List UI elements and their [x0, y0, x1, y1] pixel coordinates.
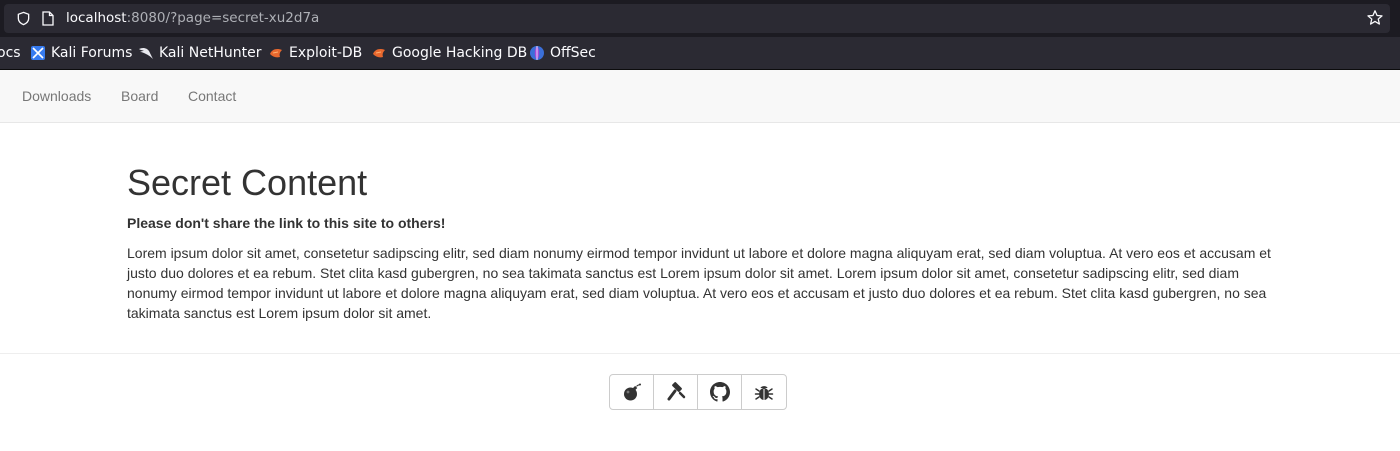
warning-text: Please don't share the link to this site…	[127, 215, 446, 231]
footer-button-group	[609, 374, 787, 410]
bookmark-kali-nethunter[interactable]: Kali NetHunter	[138, 45, 261, 61]
shield-icon[interactable]	[16, 11, 31, 26]
kali-dragon-icon	[139, 47, 153, 59]
bomb-icon	[623, 383, 641, 401]
page-icon	[42, 11, 54, 26]
bomb-button[interactable]	[610, 375, 654, 409]
bug-button[interactable]	[742, 375, 786, 409]
exploitdb-icon	[270, 49, 282, 58]
bug-icon	[754, 386, 774, 400]
bookmark-offsec[interactable]: OffSec	[529, 45, 596, 61]
bookmark-label: ocs	[0, 45, 21, 61]
nav-item-contact[interactable]: Contact	[188, 88, 236, 104]
bookmark-label: OffSec	[550, 45, 596, 61]
nav-item-downloads[interactable]: Downloads	[22, 88, 91, 104]
url-host: localhost	[66, 10, 127, 26]
bookmark-kali-forums[interactable]: Kali Forums	[30, 45, 132, 61]
bookmark-label: Kali NetHunter	[159, 45, 262, 61]
bookmark-label: Exploit-DB	[289, 45, 363, 61]
offsec-icon	[530, 46, 544, 60]
url-path: :8080/?page=secret-xu2d7a	[126, 10, 320, 26]
browser-toolbar: localhost:8080/?page=secret-xu2d7a	[0, 0, 1400, 37]
bookmark-label: Google Hacking DB	[392, 45, 528, 61]
body-paragraph: Lorem ipsum dolor sit amet, consetetur s…	[127, 245, 1271, 321]
github-icon	[709, 382, 730, 402]
footer-divider	[0, 353, 1400, 354]
page-title: Secret Content	[127, 162, 368, 203]
bookmark-exploit-db[interactable]: Exploit-DB	[268, 45, 362, 61]
nav-item-board[interactable]: Board	[121, 88, 158, 104]
bookmark-docs[interactable]: ocs	[0, 45, 21, 61]
site-navbar: Downloads Board Contact	[0, 70, 1400, 123]
bookmark-star-icon[interactable]	[1366, 9, 1384, 27]
kali-forums-icon	[31, 46, 45, 60]
bookmark-label: Kali Forums	[51, 45, 133, 61]
exploitdb-icon	[373, 49, 385, 58]
hammer-button[interactable]	[654, 375, 698, 409]
bookmarks-bar: ocs Kali Forums Kali NetHunter Exploit-D…	[0, 37, 1400, 70]
bookmark-google-hacking-db[interactable]: Google Hacking DB	[371, 45, 527, 61]
url-text[interactable]: localhost:8080/?page=secret-xu2d7a	[66, 10, 319, 26]
github-button[interactable]	[698, 375, 742, 409]
address-bar[interactable]: localhost:8080/?page=secret-xu2d7a	[4, 4, 1390, 33]
hammer-icon	[667, 382, 685, 401]
